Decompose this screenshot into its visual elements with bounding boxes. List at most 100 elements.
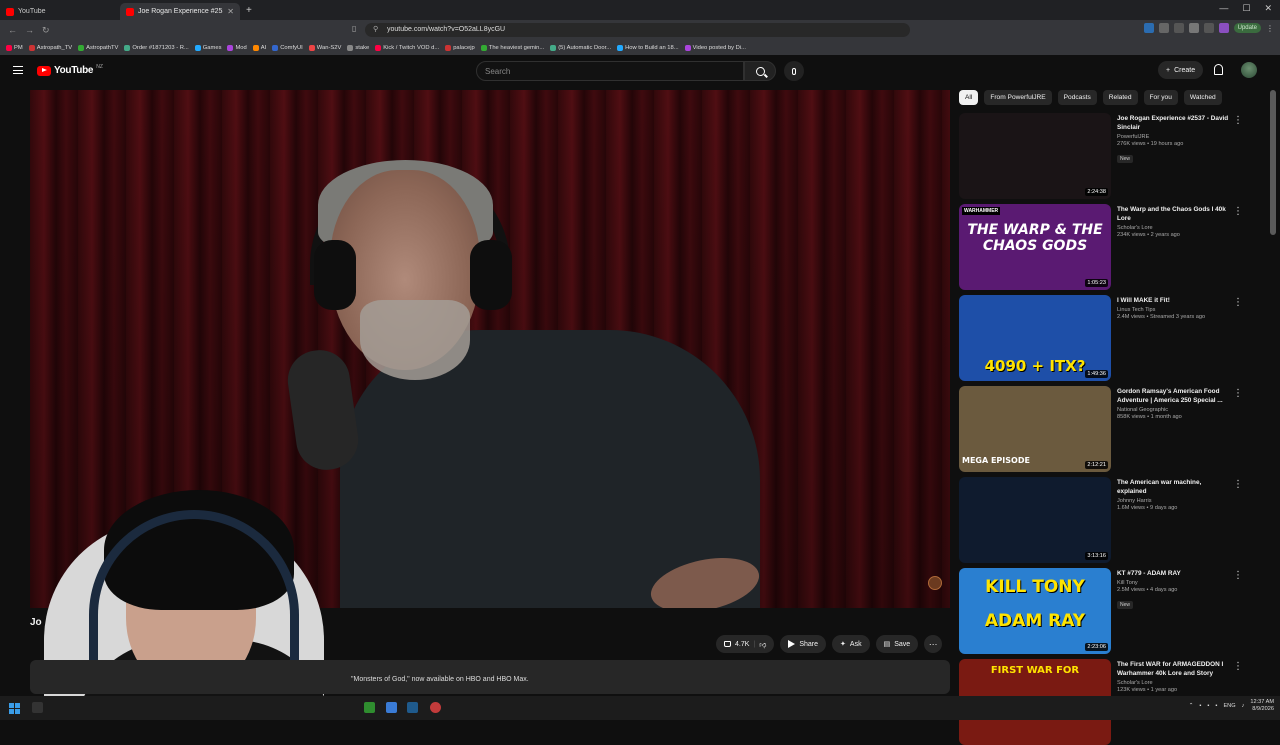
taskbar-steam-icon[interactable] (407, 702, 418, 713)
video-title[interactable]: KT #779 - ADAM RAY (1117, 569, 1229, 578)
description-box[interactable]: "Monsters of God," now available on HBO … (30, 660, 950, 694)
reload-icon[interactable]: ↻ (42, 25, 50, 36)
video-thumbnail[interactable]: 4090 + ITX? 1:49:36 (959, 295, 1111, 381)
bookmark-item[interactable]: The heaviest gemin... (480, 44, 544, 51)
channel-name[interactable]: Scholar's Lore (1117, 680, 1229, 686)
bookmark-item[interactable]: Mod (227, 44, 247, 51)
bookmark-item[interactable]: Wan-S2V (308, 44, 341, 51)
update-button[interactable]: Update (1233, 23, 1261, 33)
filter-chip[interactable]: For you (1143, 90, 1178, 105)
extension-icon[interactable] (1158, 23, 1169, 33)
bookmark-item[interactable]: ComfyUI (272, 44, 303, 51)
extension-icon[interactable] (1173, 23, 1184, 33)
maximize-icon[interactable]: ☐ (1242, 3, 1250, 14)
recommended-video[interactable]: WARHAMMER THE WARP & THE CHAOS GODS 1:05:2… (959, 204, 1259, 290)
bookmark-item[interactable]: PM (6, 44, 23, 51)
video-options-icon[interactable]: ⋮ (1233, 479, 1243, 490)
create-button[interactable]: + Create (1158, 61, 1204, 79)
minimize-icon[interactable]: — (1219, 3, 1228, 14)
channel-name[interactable]: Johnny Harris (1117, 498, 1229, 504)
video-options-icon[interactable]: ⋮ (1233, 115, 1243, 126)
windows-start-icon[interactable] (9, 702, 20, 714)
extension-icon[interactable] (1188, 23, 1199, 33)
like-button[interactable]: 4.7K | 👎︎ (716, 635, 775, 653)
back-icon[interactable]: ← (8, 25, 17, 35)
bookmark-item[interactable]: (5) Automatic Door... (550, 44, 611, 51)
voice-search-button[interactable] (784, 61, 804, 81)
save-button[interactable]: ▤ Save (875, 635, 919, 653)
video-options-icon[interactable]: ⋮ (1233, 297, 1243, 308)
taskbar-app-icon[interactable] (386, 702, 397, 713)
video-thumbnail[interactable]: KILL TONY ADAM RAY 2:23:06 (959, 568, 1111, 654)
taskbar-app-icon[interactable] (364, 702, 375, 713)
bookmark-item[interactable]: AI (252, 44, 266, 51)
bookmark-item[interactable]: Order #1871203 - R... (124, 44, 189, 51)
share-button[interactable]: Share (780, 635, 827, 653)
bookmark-item[interactable]: Video posted by Di... (684, 44, 746, 51)
video-title[interactable]: Gordon Ramsay's American Food Adventure … (1117, 387, 1229, 405)
recommended-video[interactable]: 2:24:38 Joe Rogan Experience #2537 - Davi… (959, 113, 1259, 199)
video-thumbnail[interactable]: WARHAMMER THE WARP & THE CHAOS GODS 1:05:2… (959, 204, 1111, 290)
video-thumbnail[interactable]: 3:13:16 (959, 477, 1111, 563)
browser-tab-active[interactable]: Joe Rogan Experience #2537 ✕ (120, 3, 240, 20)
video-thumbnail[interactable]: MEGA EPISODE 2:12:21 (959, 386, 1111, 472)
video-thumbnail[interactable]: 2:24:38 (959, 113, 1111, 199)
channel-name[interactable]: PowerfulJRE (1117, 134, 1229, 140)
channel-name[interactable]: Scholar's Lore (1117, 225, 1229, 231)
menu-icon[interactable] (13, 66, 23, 74)
recommended-video[interactable]: KILL TONY ADAM RAY 2:23:06 KT #779 - ADAM … (959, 568, 1259, 654)
video-title[interactable]: The Warp and the Chaos Gods I 40k Lore (1117, 205, 1229, 223)
recommended-video[interactable]: 3:13:16 The American war machine, explain… (959, 477, 1259, 563)
tray-icon[interactable]: ▪ (1199, 703, 1201, 709)
channel-name[interactable]: Kill Tony (1117, 580, 1229, 586)
video-title[interactable]: The First WAR for ARMAGEDDON I Warhammer… (1117, 660, 1229, 678)
clock[interactable]: 12:37 AM 8/9/2026 (1250, 699, 1274, 713)
search-input[interactable]: Search (476, 61, 744, 81)
bookmark-page-icon[interactable]: ▯ (352, 24, 356, 33)
filter-chip[interactable]: Related (1102, 90, 1138, 105)
bookmark-item[interactable]: Games (194, 44, 221, 51)
bookmark-item[interactable]: palacejp (445, 44, 475, 51)
volume-icon[interactable]: ♪ (1242, 703, 1245, 709)
taskbar-search-icon[interactable] (32, 702, 43, 713)
tray-overflow-icon[interactable]: ⌃ (1189, 703, 1194, 709)
video-title[interactable]: The American war machine, explained (1117, 478, 1229, 496)
bookmark-item[interactable]: stake (347, 44, 369, 51)
page-scrollbar[interactable] (1270, 90, 1276, 235)
tray-icon[interactable]: ▪ (1215, 703, 1217, 709)
bookmark-item[interactable]: Astropath_TV (28, 44, 72, 51)
browser-tab[interactable]: YouTube (0, 3, 120, 20)
bookmark-item[interactable]: Kick / Twitch VOD d... (375, 44, 439, 51)
extension-icon[interactable] (1218, 23, 1229, 33)
video-options-icon[interactable]: ⋮ (1233, 388, 1243, 399)
new-tab-icon[interactable]: + (246, 5, 252, 16)
ask-button[interactable]: ✦ Ask (832, 635, 870, 653)
video-title[interactable]: I Will MAKE it Fit! (1117, 296, 1229, 305)
filter-chip[interactable]: Watched (1183, 90, 1222, 105)
browser-menu-icon[interactable]: ⋮ (1266, 24, 1274, 33)
bookmark-item[interactable]: How to Build an 18... (617, 44, 679, 51)
extension-icon[interactable] (1203, 23, 1214, 33)
search-button[interactable] (744, 61, 776, 81)
filter-chip[interactable]: All (959, 90, 979, 105)
site-info-icon[interactable]: ⚲ (373, 23, 378, 37)
bookmark-item[interactable]: AstropathTV (78, 44, 118, 51)
filter-chip[interactable]: From PowerfulJRE (984, 90, 1052, 105)
channel-name[interactable]: National Geographic (1117, 407, 1229, 413)
forward-icon[interactable]: → (25, 25, 34, 35)
taskbar-app-icon[interactable] (430, 702, 441, 713)
recommended-video[interactable]: MEGA EPISODE 2:12:21 Gordon Ramsay's Ameri… (959, 386, 1259, 472)
recommended-video[interactable]: 4090 + ITX? 1:49:36 I Will MAKE it Fit! Lin… (959, 295, 1259, 381)
channel-watermark-icon[interactable] (928, 576, 942, 590)
notifications-bell-icon[interactable] (1214, 64, 1223, 75)
more-actions-button[interactable]: … (924, 635, 943, 653)
close-window-icon[interactable]: ✕ (1264, 3, 1272, 14)
close-tab-icon[interactable]: ✕ (227, 7, 234, 16)
video-title[interactable]: Joe Rogan Experience #2537 - David Sincl… (1117, 114, 1229, 132)
video-options-icon[interactable]: ⋮ (1233, 570, 1243, 581)
extension-icon[interactable] (1143, 23, 1154, 33)
user-avatar[interactable] (1241, 62, 1257, 78)
filter-chip[interactable]: Podcasts (1057, 90, 1097, 105)
channel-name[interactable]: Linus Tech Tips (1117, 307, 1229, 313)
video-options-icon[interactable]: ⋮ (1233, 661, 1243, 672)
